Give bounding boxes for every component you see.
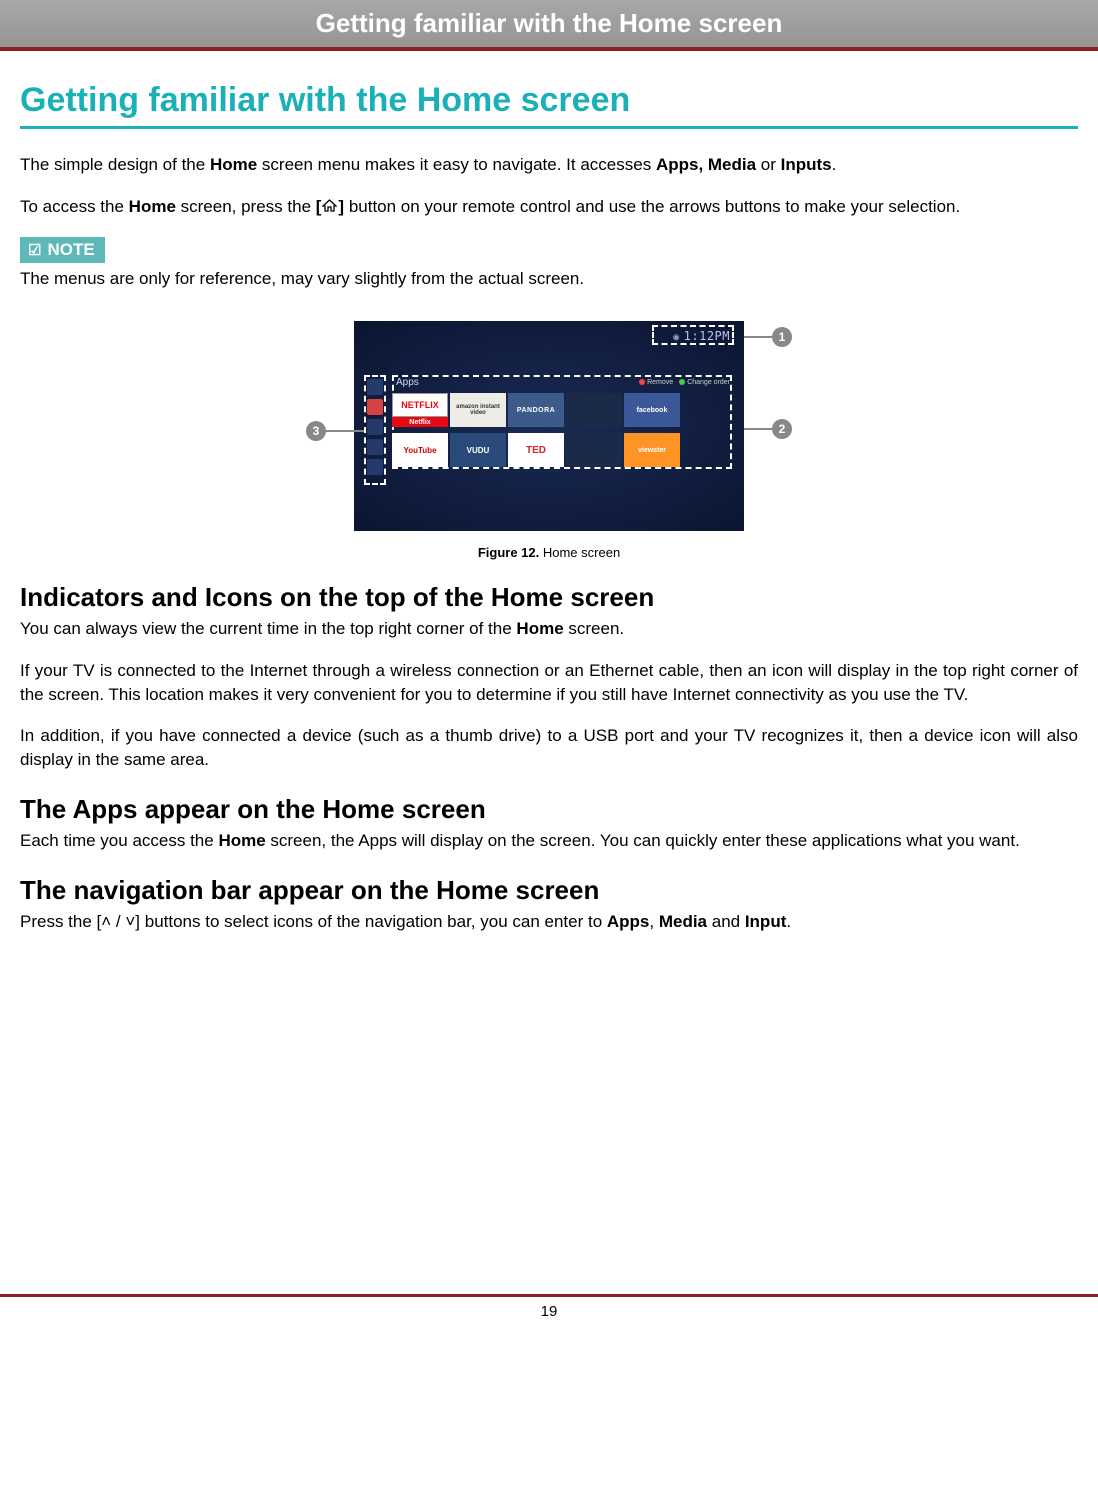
bold-input: Input (745, 912, 787, 931)
text: screen, the Apps will display on the scr… (266, 831, 1020, 850)
callout-line (744, 428, 772, 430)
app-tile-youtube: YouTube (392, 433, 448, 467)
indicators-p2: If your TV is connected to the Internet … (20, 659, 1078, 707)
up-down-icon: ˄ / ˅ (101, 912, 135, 931)
bold-home: Home (516, 619, 563, 638)
callout-3: 3 (306, 421, 364, 441)
note-badge: ☑ NOTE (20, 237, 105, 263)
app-tile-viewster: viewster (624, 433, 680, 467)
header-title: Getting familiar with the Home screen (316, 8, 783, 38)
callout-box-1 (652, 325, 734, 345)
nav-icon-active (367, 399, 383, 415)
bold-apps-media: Apps, Media (656, 155, 756, 174)
bold-apps: Apps (607, 912, 650, 931)
text: and (707, 912, 745, 931)
figure-number: Figure 12. (478, 545, 539, 560)
subhead-indicators: Indicators and Icons on the top of the H… (20, 582, 1078, 613)
nav-p1: Press the [˄ / ˅] buttons to select icon… (20, 910, 1078, 934)
remove-dot-icon (639, 379, 645, 385)
text: screen. (564, 619, 624, 638)
apps-p1: Each time you access the Home screen, th… (20, 829, 1078, 853)
text: button on your remote control and use th… (344, 197, 960, 216)
note-text: The menus are only for reference, may va… (20, 267, 1078, 291)
bold-home: Home (210, 155, 257, 174)
text: screen, press the (176, 197, 316, 216)
apps-label: Apps (396, 377, 419, 388)
section-title: Getting familiar with the Home screen (20, 81, 1078, 120)
tv-home-screen: ◉1:12PM Apps Remove Change order NETFLIX (354, 321, 744, 531)
app-tile-netflix-label: Netflix (392, 417, 448, 427)
app-tile-vudu: VUDU (450, 433, 506, 467)
text: Press the [ (20, 912, 101, 931)
app-tile-facebook: facebook (624, 393, 680, 427)
text: or (756, 155, 781, 174)
intro-paragraph-2: To access the Home screen, press the [] … (20, 195, 1078, 219)
home-icon (322, 195, 337, 219)
note-label: NOTE (47, 240, 94, 259)
change-label: Change order (687, 379, 730, 386)
callout-number-1: 1 (772, 327, 792, 347)
remove-label: Remove (647, 379, 673, 386)
intro-paragraph-1: The simple design of the Home screen men… (20, 153, 1078, 177)
subhead-apps: The Apps appear on the Home screen (20, 794, 1078, 825)
figure-caption-text: Home screen (539, 545, 620, 560)
bold-media: Media (659, 912, 707, 931)
app-tile-ted: TED (508, 433, 564, 467)
app-controls: Remove Change order (639, 379, 730, 386)
callout-1: 1 (744, 327, 792, 347)
text: To access the (20, 197, 129, 216)
figure-wrap: ◉1:12PM Apps Remove Change order NETFLIX (20, 321, 1078, 560)
text: You can always view the current time in … (20, 619, 516, 638)
app-tile-pandora: PANDORA (508, 393, 564, 427)
callout-number-2: 2 (772, 419, 792, 439)
callout-line (744, 336, 772, 338)
bold-inputs: Inputs (781, 155, 832, 174)
callout-line (326, 430, 364, 432)
page-number: 19 (0, 1297, 1098, 1326)
app-row-2: YouTube VUDU TED viewster (392, 433, 680, 467)
text: ] buttons to select icons of the navigat… (135, 912, 607, 931)
note-block: ☑ NOTE The menus are only for reference, … (20, 237, 1078, 291)
text: . (786, 912, 791, 931)
indicators-p1: You can always view the current time in … (20, 617, 1078, 641)
subhead-nav: The navigation bar appear on the Home sc… (20, 875, 1078, 906)
figure-caption: Figure 12. Home screen (20, 545, 1078, 560)
bracket-open: [ (316, 197, 322, 216)
text: Each time you access the (20, 831, 218, 850)
app-tile-mgo (566, 433, 622, 467)
nav-icon (367, 419, 383, 435)
callout-number-3: 3 (306, 421, 326, 441)
nav-icon (367, 439, 383, 455)
app-tile-opera (566, 393, 622, 427)
text: The simple design of the (20, 155, 210, 174)
page-header-bar: Getting familiar with the Home screen (0, 0, 1098, 47)
check-icon: ☑ (28, 241, 41, 259)
callout-2: 2 (744, 419, 792, 439)
text: screen menu makes it easy to navigate. I… (257, 155, 656, 174)
nav-icon (367, 459, 383, 475)
app-row-1: NETFLIX Netflix amazon instant video PAN… (392, 393, 680, 427)
title-underline (20, 126, 1078, 129)
app-tile-amazon: amazon instant video (450, 393, 506, 427)
bold-home: Home (129, 197, 176, 216)
app-tile-netflix: NETFLIX (392, 393, 448, 417)
indicators-p3: In addition, if you have connected a dev… (20, 724, 1078, 772)
nav-icon (367, 379, 383, 395)
bold-home: Home (218, 831, 265, 850)
change-dot-icon (679, 379, 685, 385)
text: . (832, 155, 837, 174)
text: , (649, 912, 658, 931)
